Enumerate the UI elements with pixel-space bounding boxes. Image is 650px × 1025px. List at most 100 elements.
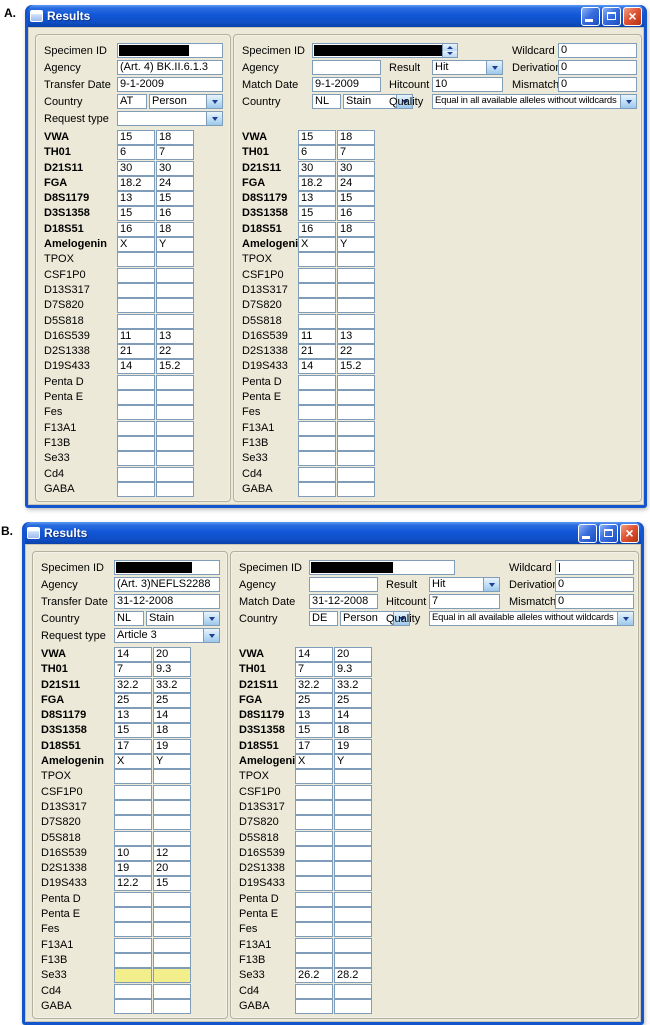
allele-input[interactable]: X	[295, 754, 333, 770]
allele-input[interactable]	[156, 435, 194, 451]
allele-input[interactable]	[117, 390, 155, 406]
allele-input[interactable]	[298, 466, 336, 482]
allele-input[interactable]	[337, 313, 375, 329]
maximize-button[interactable]	[599, 523, 618, 543]
allele-input[interactable]	[114, 830, 152, 846]
allele-input[interactable]: X	[117, 237, 155, 253]
allele-input[interactable]	[334, 845, 372, 861]
allele-input[interactable]: X	[114, 754, 152, 770]
allele-input[interactable]	[114, 998, 152, 1014]
allele-input[interactable]	[298, 420, 336, 436]
allele-input[interactable]: 20	[334, 647, 372, 662]
minimize-button[interactable]	[578, 523, 597, 543]
allele-input[interactable]: 15	[337, 191, 375, 207]
allele-input[interactable]: 19	[114, 861, 152, 877]
allele-input[interactable]	[334, 876, 372, 892]
allele-input[interactable]: 15	[153, 876, 191, 892]
allele-input[interactable]: 15	[117, 206, 155, 222]
allele-input[interactable]	[156, 267, 194, 283]
allele-input[interactable]: 15	[117, 130, 155, 145]
allele-input[interactable]	[337, 252, 375, 268]
agency-input[interactable]: (Art. 4) BK.II.6.1.3	[117, 60, 223, 75]
allele-input[interactable]: 13	[114, 708, 152, 724]
allele-input[interactable]	[153, 891, 191, 907]
allele-input[interactable]: 18	[337, 130, 375, 145]
allele-input[interactable]: 7	[295, 662, 333, 678]
allele-input[interactable]: Y	[153, 754, 191, 770]
allele-input[interactable]: 19	[153, 738, 191, 754]
allele-input[interactable]	[156, 405, 194, 421]
allele-input[interactable]	[156, 451, 194, 467]
transfer-date-input[interactable]: 31-12-2008	[114, 594, 220, 609]
agency-input[interactable]	[312, 60, 381, 75]
allele-input[interactable]: 6	[117, 145, 155, 161]
allele-input[interactable]: 18	[153, 723, 191, 739]
allele-input[interactable]: 25	[334, 692, 372, 708]
allele-input[interactable]: 13	[295, 708, 333, 724]
chevron-down-icon[interactable]	[483, 578, 499, 591]
allele-input[interactable]	[295, 830, 333, 846]
allele-input[interactable]	[114, 891, 152, 907]
allele-input[interactable]	[334, 907, 372, 923]
allele-input[interactable]: 15	[156, 191, 194, 207]
allele-input[interactable]	[156, 420, 194, 436]
allele-input[interactable]	[298, 435, 336, 451]
allele-input[interactable]: 18	[337, 221, 375, 237]
allele-input[interactable]: 32.2	[295, 677, 333, 693]
allele-input[interactable]	[114, 952, 152, 968]
allele-input[interactable]: 9.3	[334, 662, 372, 678]
allele-input[interactable]: 22	[337, 344, 375, 360]
allele-input[interactable]	[295, 815, 333, 831]
allele-input[interactable]: 9.3	[153, 662, 191, 678]
allele-input[interactable]	[153, 784, 191, 800]
allele-input[interactable]	[298, 282, 336, 298]
derivation-input[interactable]: 0	[558, 60, 637, 75]
allele-input[interactable]	[114, 799, 152, 815]
allele-input[interactable]	[337, 282, 375, 298]
allele-input[interactable]	[153, 907, 191, 923]
allele-input[interactable]: 21	[298, 344, 336, 360]
allele-input[interactable]	[114, 769, 152, 785]
allele-input[interactable]	[117, 435, 155, 451]
allele-input[interactable]	[153, 799, 191, 815]
chevron-down-icon[interactable]	[486, 61, 502, 74]
allele-input[interactable]: 25	[114, 692, 152, 708]
allele-input[interactable]	[117, 282, 155, 298]
allele-input[interactable]	[337, 466, 375, 482]
allele-input[interactable]: 13	[117, 191, 155, 207]
specimen-id-input[interactable]	[114, 560, 220, 575]
allele-input[interactable]: 6	[298, 145, 336, 161]
allele-input[interactable]	[117, 420, 155, 436]
allele-input[interactable]	[298, 481, 336, 497]
allele-input[interactable]: 18	[156, 130, 194, 145]
allele-input[interactable]	[334, 830, 372, 846]
allele-input[interactable]: X	[298, 237, 336, 253]
allele-input[interactable]	[298, 298, 336, 314]
allele-input[interactable]	[295, 907, 333, 923]
allele-input[interactable]: 15.2	[337, 359, 375, 375]
allele-input[interactable]	[156, 252, 194, 268]
allele-input[interactable]	[337, 451, 375, 467]
agency-input[interactable]: (Art. 3)NEFLS2288	[114, 577, 220, 592]
quality-combo[interactable]: Equal in all available alleles without w…	[432, 94, 637, 109]
allele-input[interactable]	[117, 298, 155, 314]
allele-input[interactable]	[295, 845, 333, 861]
allele-input[interactable]	[337, 390, 375, 406]
allele-input[interactable]	[337, 435, 375, 451]
allele-input[interactable]: 16	[298, 221, 336, 237]
allele-input[interactable]	[295, 784, 333, 800]
close-button[interactable]: ×	[623, 6, 642, 26]
allele-input[interactable]: 25	[295, 692, 333, 708]
allele-input[interactable]	[295, 891, 333, 907]
allele-input[interactable]: 15	[295, 723, 333, 739]
allele-input[interactable]	[295, 983, 333, 999]
allele-input[interactable]: 14	[117, 359, 155, 375]
allele-input[interactable]	[334, 998, 372, 1014]
allele-input[interactable]	[156, 282, 194, 298]
match-date-input[interactable]: 9-1-2009	[312, 77, 381, 92]
allele-input[interactable]	[117, 313, 155, 329]
allele-input[interactable]	[337, 405, 375, 421]
allele-input[interactable]	[114, 907, 152, 923]
allele-input[interactable]: 13	[298, 191, 336, 207]
specimen-id-input[interactable]	[309, 560, 455, 575]
